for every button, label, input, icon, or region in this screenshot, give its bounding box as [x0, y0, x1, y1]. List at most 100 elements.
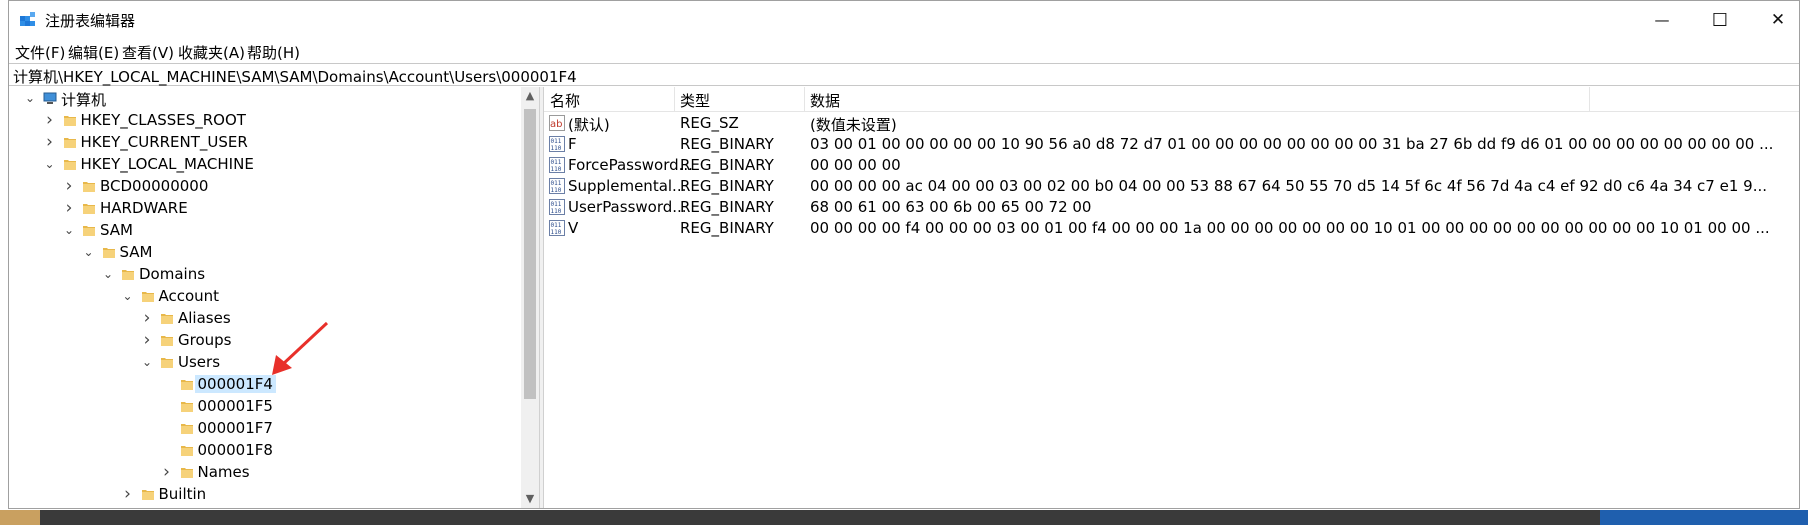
tree-node[interactable]: › HKEY_CURRENT_USER — [9, 131, 519, 153]
menu-help[interactable]: 帮助(H) — [247, 42, 300, 63]
collapse-chevron-icon[interactable]: › — [62, 175, 76, 197]
tree-node[interactable]: ⌄ Domains — [9, 263, 519, 285]
folder-icon — [63, 116, 76, 126]
value-row[interactable]: 011 110 ForcePassword... REG_BINARY 00 00 00… — [544, 155, 1799, 176]
tree-node-label: 000001F7 — [197, 419, 273, 437]
close-button[interactable]: ✕ — [1749, 1, 1807, 39]
value-type: REG_BINARY — [680, 177, 774, 195]
computer-icon — [43, 92, 57, 104]
value-name: UserPassword... — [568, 198, 687, 216]
tree-scrollbar[interactable]: ▲ ▼ — [521, 87, 539, 508]
key-tree-pane[interactable]: ⌄ 计算机 › HKEY_CLASSES_ROOT › HKEY_CURRENT_USER… — [9, 87, 539, 508]
tree-node[interactable]: › HKEY_CLASSES_ROOT — [9, 109, 519, 131]
value-name: ForcePassword... — [568, 156, 693, 174]
tree-node-label: 000001F8 — [197, 441, 273, 459]
tree-node[interactable]: ⌄ HKEY_LOCAL_MACHINE — [9, 153, 519, 175]
tree-node[interactable]: › Groups — [9, 329, 519, 351]
tree-node-label: SAM — [100, 221, 134, 239]
tree-node[interactable]: › HARDWARE — [9, 197, 519, 219]
tree-node-label: 计算机 — [61, 91, 107, 109]
scrollbar-thumb[interactable] — [524, 109, 536, 399]
tree-node[interactable]: › Names — [9, 461, 519, 483]
maximize-button[interactable]: ☐ — [1691, 1, 1749, 39]
collapse-chevron-icon[interactable]: › — [140, 329, 154, 351]
tree-node[interactable]: › Aliases — [9, 307, 519, 329]
expand-chevron-icon[interactable]: ⌄ — [121, 285, 135, 307]
tree-node-label: HKEY_CURRENT_USER — [80, 133, 248, 151]
desktop-background — [0, 510, 1808, 525]
scroll-up-icon[interactable]: ▲ — [521, 87, 539, 105]
tree-node-label: SAM — [119, 243, 153, 261]
value-type: REG_BINARY — [680, 219, 774, 237]
value-data: 68 00 61 00 63 00 6b 00 65 00 72 00 — [810, 198, 1092, 216]
tree-node[interactable]: ⌄ SAM — [9, 219, 519, 241]
collapse-chevron-icon[interactable]: › — [43, 131, 57, 153]
tree-node[interactable]: 000001F7 — [9, 417, 519, 439]
address-bar[interactable]: 计算机\HKEY_LOCAL_MACHINE\SAM\SAM\Domains\A… — [9, 63, 1799, 86]
expand-chevron-icon[interactable]: ⌄ — [101, 263, 115, 285]
svg-text:011: 011 — [551, 138, 562, 145]
column-divider[interactable] — [1589, 87, 1590, 111]
tree-node[interactable]: › Builtin — [9, 483, 519, 505]
tree-node[interactable]: 000001F8 — [9, 439, 519, 461]
svg-text:110: 110 — [551, 145, 562, 152]
binary-value-icon: 011110 — [549, 157, 565, 173]
menu-favorites[interactable]: 收藏夹(A) — [178, 42, 245, 63]
value-name: (默认) — [568, 116, 610, 134]
folder-icon — [141, 292, 154, 302]
expand-chevron-icon[interactable]: ⌄ — [43, 153, 57, 175]
folder-icon — [180, 446, 193, 456]
folder-icon — [122, 270, 134, 280]
column-data-header[interactable]: 数据 — [810, 90, 840, 111]
tree-node[interactable]: › BCD00000000 — [9, 175, 519, 197]
binary-value-icon: 011110 — [549, 178, 565, 194]
expand-chevron-icon[interactable]: ⌄ — [62, 219, 76, 241]
values-header: 名称 类型 数据 — [544, 87, 1799, 112]
binary-value-icon: 011110 — [549, 136, 565, 152]
tree-node[interactable]: ⌄ SAM — [9, 241, 519, 263]
expand-chevron-icon[interactable]: ⌄ — [23, 87, 37, 109]
menu-file[interactable]: 文件(F) — [15, 42, 65, 63]
value-row[interactable]: 011 110 Supplemental... REG_BINARY 00 00 00 … — [544, 176, 1799, 197]
expand-chevron-icon[interactable]: ⌄ — [82, 241, 96, 263]
value-type: REG_BINARY — [680, 156, 774, 174]
tree-node[interactable]: 000001F4 — [9, 373, 519, 395]
collapse-chevron-icon[interactable]: › — [121, 483, 135, 505]
tree-node-label: 000001F5 — [197, 397, 273, 415]
tree-line — [160, 417, 174, 439]
address-path[interactable]: 计算机\HKEY_LOCAL_MACHINE\SAM\SAM\Domains\A… — [13, 66, 577, 87]
tree-node[interactable]: ⌄ Account — [9, 285, 519, 307]
value-row[interactable]: 011 110 UserPassword... REG_BINARY 68 00 61 … — [544, 197, 1799, 218]
folder-icon — [63, 160, 76, 170]
tree-node-label: BCD00000000 — [100, 177, 209, 195]
string-value-icon: ab — [549, 115, 565, 131]
minimize-button[interactable]: — — [1633, 1, 1691, 39]
scroll-down-icon[interactable]: ▼ — [521, 490, 539, 508]
column-name-header[interactable]: 名称 — [550, 90, 580, 111]
binary-value-icon: 011110 — [549, 199, 565, 215]
value-name: F — [568, 135, 577, 153]
column-divider[interactable] — [674, 87, 675, 111]
svg-text:110: 110 — [551, 187, 562, 194]
folder-icon — [161, 314, 173, 324]
menu-view[interactable]: 查看(V) — [122, 42, 174, 63]
collapse-chevron-icon[interactable]: › — [62, 197, 76, 219]
tree-node[interactable]: ⌄ Users — [9, 351, 519, 373]
collapse-chevron-icon[interactable]: › — [140, 307, 154, 329]
column-divider[interactable] — [804, 87, 805, 111]
value-row[interactable]: 011 110 V REG_BINARY 00 00 00 00 f4 00 00 00… — [544, 218, 1799, 239]
tree-node[interactable]: ⌄ 计算机 — [9, 87, 519, 109]
value-row[interactable]: 011 110 F REG_BINARY 03 00 01 00 00 00 00 00… — [544, 134, 1799, 155]
values-pane[interactable]: 名称 类型 数据 ab (默认) REG_SZ (数值未设置) 011 110 F REG_B… — [544, 87, 1799, 508]
column-type-header[interactable]: 类型 — [680, 90, 710, 111]
tree-node[interactable]: 000001F5 — [9, 395, 519, 417]
desktop-strip-left — [0, 510, 40, 525]
collapse-chevron-icon[interactable]: › — [43, 109, 57, 131]
folder-icon — [63, 138, 76, 148]
svg-text:ab: ab — [550, 119, 562, 130]
menu-edit[interactable]: 编辑(E) — [68, 42, 119, 63]
collapse-chevron-icon[interactable]: › — [160, 461, 174, 483]
expand-chevron-icon[interactable]: ⌄ — [140, 351, 154, 373]
value-row[interactable]: ab (默认) REG_SZ (数值未设置) — [544, 113, 1799, 134]
title-bar[interactable]: 注册表编辑器 — ☐ ✕ — [9, 1, 1799, 39]
